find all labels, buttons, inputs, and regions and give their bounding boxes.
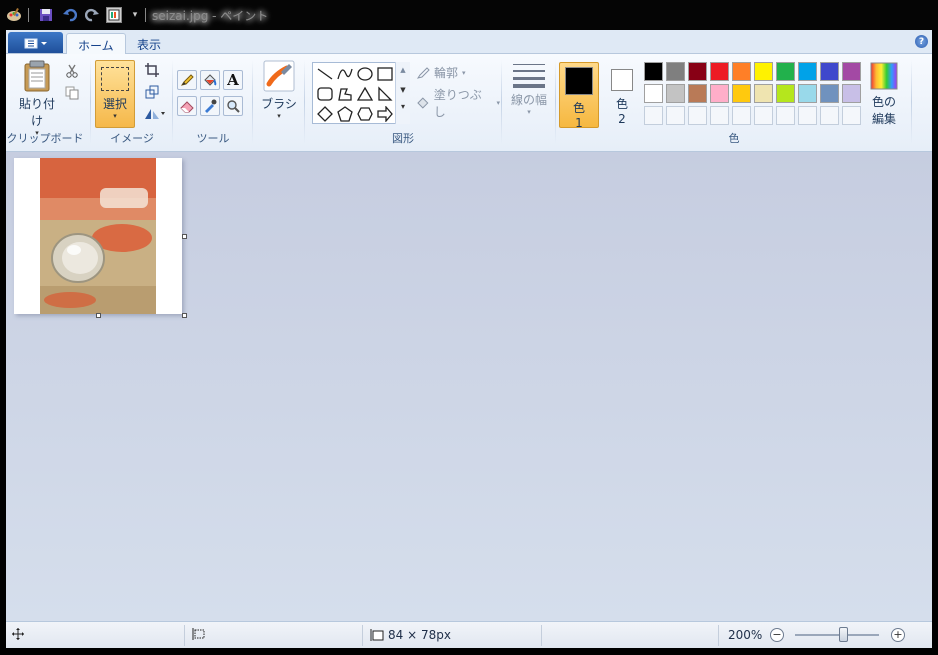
separator [28,8,29,22]
palette-swatch[interactable] [644,62,663,81]
color1-swatch [565,67,593,95]
palette-custom-slot[interactable] [842,106,861,125]
palette-custom-slot[interactable] [710,106,729,125]
palette-swatch[interactable] [688,84,707,103]
status-separator [718,625,719,646]
colors-group-label: 色 [728,132,740,145]
palette-custom-slot[interactable] [754,106,773,125]
palette-custom-slot[interactable] [776,106,795,125]
colors-group: 色 1 色 2 色の 編集 色 [6,56,932,148]
status-bar: 84 × 78px 200% − + [6,621,932,648]
palette-swatch[interactable] [710,62,729,81]
palette-swatch[interactable] [798,84,817,103]
ribbon-panel: 貼り付け ▾ クリップボード 選択 ▾ イメージ A ツール ブラシ ▾ ▲ ▼… [6,54,932,152]
palette-swatch[interactable] [842,84,861,103]
palette-swatch[interactable] [754,84,773,103]
color1-label: 色 [572,101,585,115]
canvas-workspace[interactable] [6,152,932,621]
undo-icon[interactable] [62,7,78,23]
status-separator [184,625,185,646]
save-icon[interactable] [38,7,54,23]
help-icon[interactable]: ? [915,35,928,48]
palette-swatch[interactable] [820,84,839,103]
edit-colors-button[interactable]: 色の 編集 [864,62,904,127]
rainbow-palette-icon [870,62,898,90]
palette-swatch[interactable] [732,62,751,81]
resize-handle-corner[interactable] [182,313,187,318]
separator [145,8,146,22]
edit-colors-label-line2: 編集 [871,112,896,126]
status-separator [541,625,542,646]
customize-dropdown-icon[interactable]: ▾ [127,7,143,23]
palette-swatch[interactable] [710,84,729,103]
palette-swatch[interactable] [688,62,707,81]
palette-custom-slot[interactable] [688,106,707,125]
zoom-slider-thumb[interactable] [839,627,848,642]
properties-icon[interactable] [106,7,122,23]
status-separator [362,625,363,646]
palette-swatch[interactable] [842,62,861,81]
tab-view[interactable]: 表示 [126,33,172,55]
palette-swatch[interactable] [666,62,685,81]
selection-size-icon [192,628,206,643]
canvas-photo-pill-blister[interactable] [40,158,156,314]
palette-swatch[interactable] [754,62,773,81]
paint-app-icon[interactable] [6,7,22,23]
cursor-position-icon [12,628,24,643]
palette-custom-slot[interactable] [666,106,685,125]
image-size-text: 84 × 78px [388,628,451,642]
image-size-display: 84 × 78px [370,628,451,642]
palette-swatch[interactable] [820,62,839,81]
color2-label: 色 [615,97,628,111]
image-size-icon [370,629,384,641]
tab-home[interactable]: ホーム [66,33,126,55]
palette-custom-slot[interactable] [798,106,817,125]
color1-number: 1 [575,116,583,130]
palette-swatch[interactable] [776,84,795,103]
color1-button[interactable]: 色 1 [559,62,599,130]
resize-handle-bottom[interactable] [96,313,101,318]
palette-swatch[interactable] [798,62,817,81]
palette-swatch[interactable] [644,84,663,103]
palette-custom-slot[interactable] [732,106,751,125]
group-separator [911,60,912,144]
palette-swatch[interactable] [666,84,685,103]
resize-handle-right[interactable] [182,234,187,239]
paint-menu-button[interactable] [8,32,63,53]
color2-swatch [611,69,633,91]
zoom-out-button[interactable]: − [770,628,784,642]
drawing-canvas[interactable] [14,158,182,314]
redo-icon[interactable] [84,7,100,23]
window-title: seizai.jpg - ペイント [152,9,269,23]
palette-custom-slot[interactable] [820,106,839,125]
zoom-in-button[interactable]: + [891,628,905,642]
zoom-slider-track[interactable] [795,634,879,636]
zoom-level: 200% [728,628,763,642]
color2-number: 2 [618,112,626,126]
color2-button[interactable]: 色 2 [602,62,642,128]
palette-custom-slot[interactable] [644,106,663,125]
edit-colors-label-line1: 色の [871,95,896,109]
palette-swatch[interactable] [732,84,751,103]
palette-swatch[interactable] [776,62,795,81]
title-bar: ▾ seizai.jpg - ペイント [0,0,938,30]
ribbon-tab-bar: ホーム 表示 ? [6,30,932,55]
